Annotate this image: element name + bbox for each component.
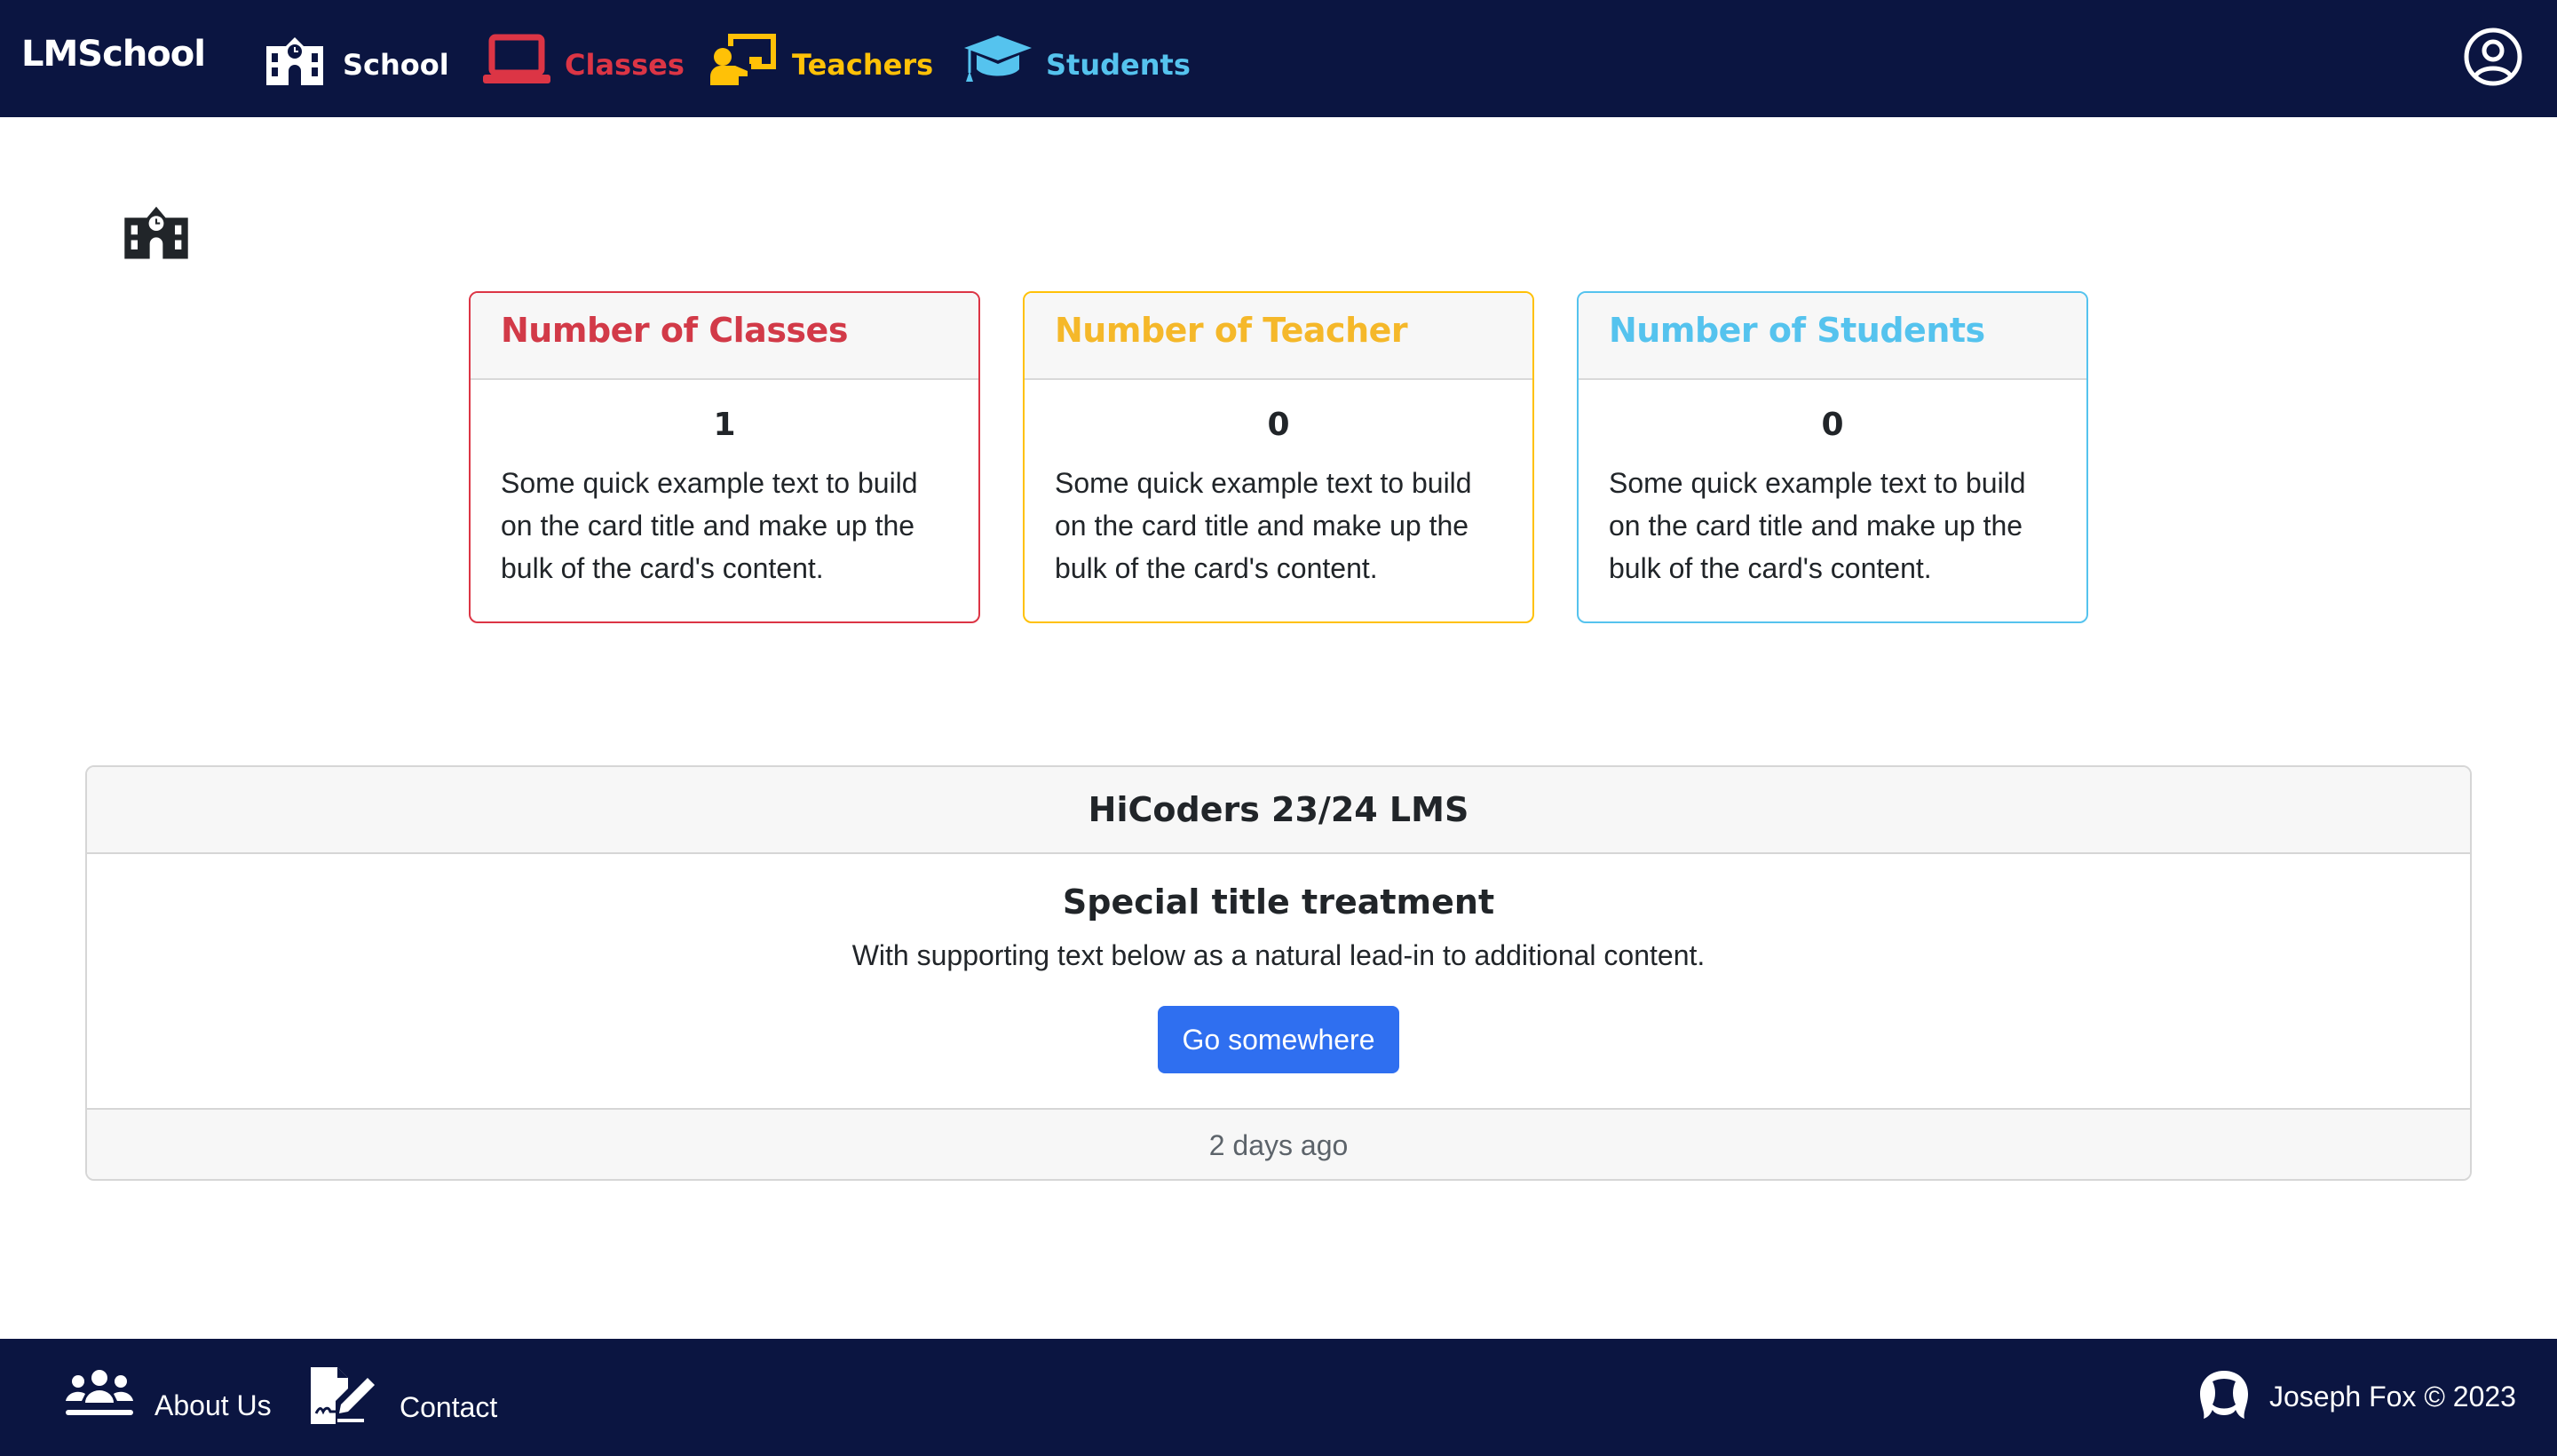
info-card-text: With supporting text below as a natural …	[851, 939, 1706, 971]
classes-count-card: Number of Classes 1 Some quick example t…	[469, 291, 980, 623]
footer-contact-label: Contact	[400, 1391, 498, 1423]
card-body: 0 Some quick example text to build on th…	[1025, 380, 1532, 616]
brand-logo[interactable]: LMSchool	[21, 34, 206, 75]
octopus-logo-icon	[2195, 1365, 2253, 1428]
nav-item-students[interactable]: Students	[962, 27, 1191, 91]
nav-item-label: Classes	[565, 48, 685, 82]
teachers-count-card: Number of Teacher 0 Some quick example t…	[1023, 291, 1534, 623]
school-icon	[119, 201, 194, 261]
nav-item-label: Students	[1046, 48, 1191, 82]
card-text: Some quick example text to build on the …	[501, 467, 918, 584]
card-body: 1 Some quick example text to build on th…	[471, 380, 978, 616]
card-title: Number of Students	[1609, 311, 1985, 350]
info-card-header: HiCoders 23/24 LMS	[87, 767, 2470, 854]
info-card-timestamp: 2 days ago	[1208, 1128, 1349, 1161]
nav-item-teachers[interactable]: Teachers	[709, 27, 933, 91]
card-text: Some quick example text to build on the …	[1609, 467, 2026, 584]
footer-about-link[interactable]: About Us	[64, 1365, 272, 1427]
go-somewhere-button[interactable]: Go somewhere	[1157, 1006, 1400, 1073]
page-footer: About Us Contact Joseph Fox © 2023	[0, 1339, 2557, 1456]
card-header: Number of Classes	[471, 293, 978, 380]
students-count-card: Number of Students 0 Some quick example …	[1577, 291, 2088, 623]
card-title: Number of Classes	[501, 311, 848, 350]
graduation-cap-icon	[962, 30, 1033, 87]
info-card-body: Special title treatment With supporting …	[87, 854, 2470, 1108]
nav-item-school[interactable]: School	[259, 27, 449, 91]
info-card-title: Special title treatment	[1062, 882, 1495, 922]
info-card-footer: 2 days ago	[87, 1108, 2470, 1179]
footer-about-label: About Us	[154, 1389, 272, 1421]
students-count: 0	[1821, 407, 1844, 443]
footer-contact-link[interactable]: Contact	[309, 1365, 497, 1430]
card-header: Number of Students	[1579, 293, 2086, 380]
nav-item-label: Teachers	[792, 48, 934, 82]
file-signature-icon	[309, 1365, 380, 1430]
copyright-text: Joseph Fox © 2023	[2269, 1381, 2516, 1412]
user-circle-icon[interactable]	[2463, 27, 2523, 87]
card-text: Some quick example text to build on the …	[1055, 467, 1472, 584]
info-card: HiCoders 23/24 LMS Special title treatme…	[85, 765, 2472, 1181]
users-icon	[64, 1365, 135, 1427]
top-navbar: LMSchool School Classes Teachers Student…	[0, 0, 2557, 117]
footer-copyright: Joseph Fox © 2023	[2195, 1365, 2516, 1428]
card-title: Number of Teacher	[1055, 311, 1408, 350]
teachers-count: 0	[1267, 407, 1290, 443]
card-header: Number of Teacher	[1025, 293, 1532, 380]
info-card-header-title: HiCoders 23/24 LMS	[1088, 790, 1469, 829]
nav-item-classes[interactable]: Classes	[481, 27, 685, 91]
laptop-icon	[481, 30, 552, 87]
classes-count: 1	[713, 407, 736, 443]
school-icon	[259, 30, 330, 87]
nav-item-label: School	[343, 48, 449, 82]
chalkboard-teacher-icon	[709, 30, 780, 87]
card-body: 0 Some quick example text to build on th…	[1579, 380, 2086, 616]
